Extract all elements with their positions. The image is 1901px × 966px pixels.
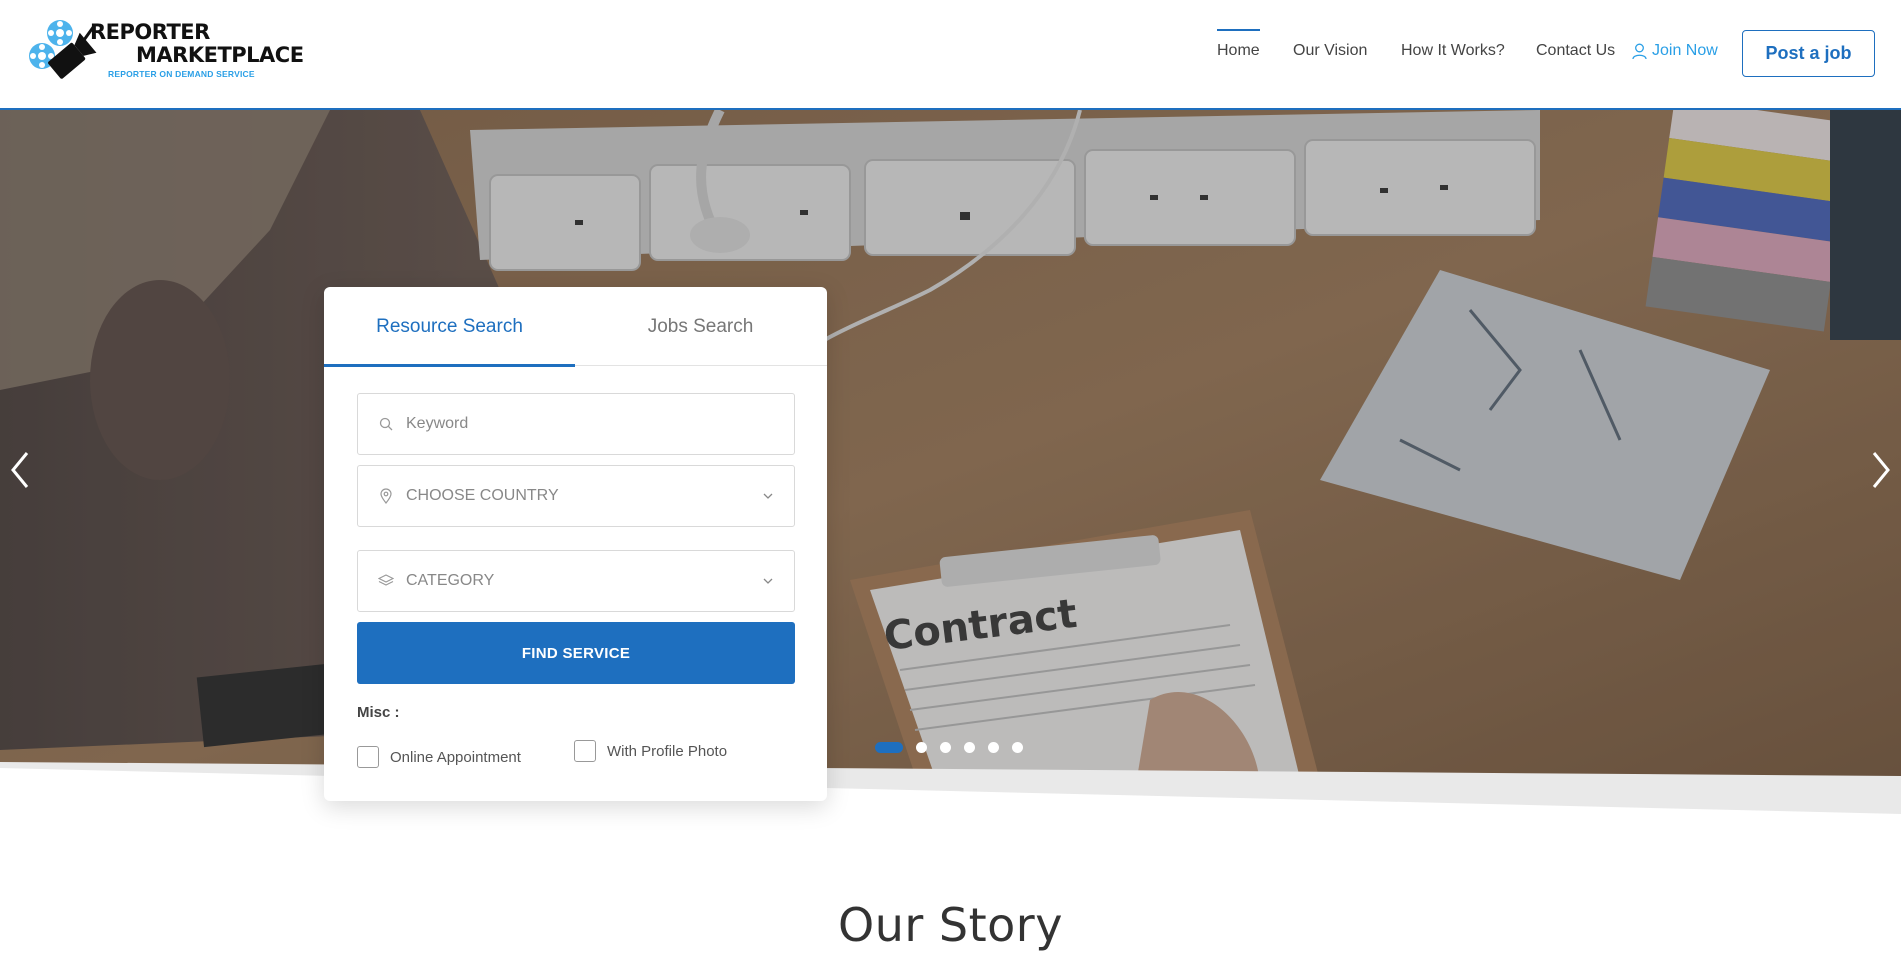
country-select[interactable]: CHOOSE COUNTRY (357, 465, 795, 527)
country-placeholder: CHOOSE COUNTRY (406, 487, 559, 504)
hero-background-image: Contract (0, 110, 1901, 820)
logo-tagline: REPORTER ON DEMAND SERVICE (108, 69, 255, 79)
layers-icon (378, 573, 394, 589)
user-icon (1632, 43, 1647, 59)
category-select[interactable]: CATEGORY (357, 550, 795, 612)
profile-photo-label: With Profile Photo (607, 742, 728, 760)
online-appointment-checkbox[interactable]: Online Appointment (357, 746, 521, 768)
our-story-heading: Our Story (838, 898, 1063, 952)
profile-photo-checkbox[interactable]: With Profile Photo (574, 740, 727, 762)
tab-jobs-search[interactable]: Jobs Search (575, 287, 826, 366)
carousel-indicators (875, 742, 1036, 753)
keyword-placeholder: Keyword (406, 415, 469, 432)
carousel-dot-2[interactable] (916, 742, 927, 753)
post-job-button[interactable]: Post a job (1742, 30, 1875, 77)
search-icon (378, 416, 394, 432)
carousel-dot-3[interactable] (940, 742, 951, 753)
carousel-dot-5[interactable] (988, 742, 999, 753)
nav-how-it-works[interactable]: How It Works? (1401, 42, 1505, 60)
online-appointment-label: Online Appointment (390, 748, 521, 766)
checkbox-box[interactable] (357, 746, 379, 768)
nav-our-vision[interactable]: Our Vision (1293, 42, 1367, 60)
logo-line-1: REPORTER (90, 20, 210, 44)
search-tabs: Resource Search Jobs Search (324, 287, 827, 367)
site-logo[interactable]: REPORTER MARKETPLACE REPORTER ON DEMAND … (28, 18, 304, 88)
tab-resource-search[interactable]: Resource Search (324, 287, 575, 367)
checkbox-box[interactable] (574, 740, 596, 762)
site-header: REPORTER MARKETPLACE REPORTER ON DEMAND … (0, 0, 1901, 110)
join-now-label: Join Now (1652, 42, 1718, 59)
hero-carousel: Contract (0, 110, 1901, 820)
nav-join-now[interactable]: Join Now (1632, 42, 1718, 60)
location-pin-icon (378, 488, 394, 504)
find-service-button[interactable]: FIND SERVICE (357, 622, 795, 684)
carousel-dot-4[interactable] (964, 742, 975, 753)
chevron-down-icon (763, 493, 773, 499)
keyword-input[interactable]: Keyword (357, 393, 795, 455)
search-card: Resource Search Jobs Search Keyword CHOO… (324, 287, 827, 801)
chevron-down-icon (763, 578, 773, 584)
logo-line-2: MARKETPLACE (136, 43, 304, 67)
category-placeholder: CATEGORY (406, 572, 495, 589)
nav-contact-us[interactable]: Contact Us (1536, 42, 1615, 60)
nav-home[interactable]: Home (1217, 29, 1260, 60)
carousel-dot-1[interactable] (875, 742, 903, 753)
misc-label: Misc : (357, 704, 400, 721)
film-reel-camera-icon (29, 20, 97, 79)
carousel-prev-icon[interactable] (5, 445, 35, 495)
carousel-dot-6[interactable] (1012, 742, 1023, 753)
carousel-next-icon[interactable] (1866, 445, 1896, 495)
